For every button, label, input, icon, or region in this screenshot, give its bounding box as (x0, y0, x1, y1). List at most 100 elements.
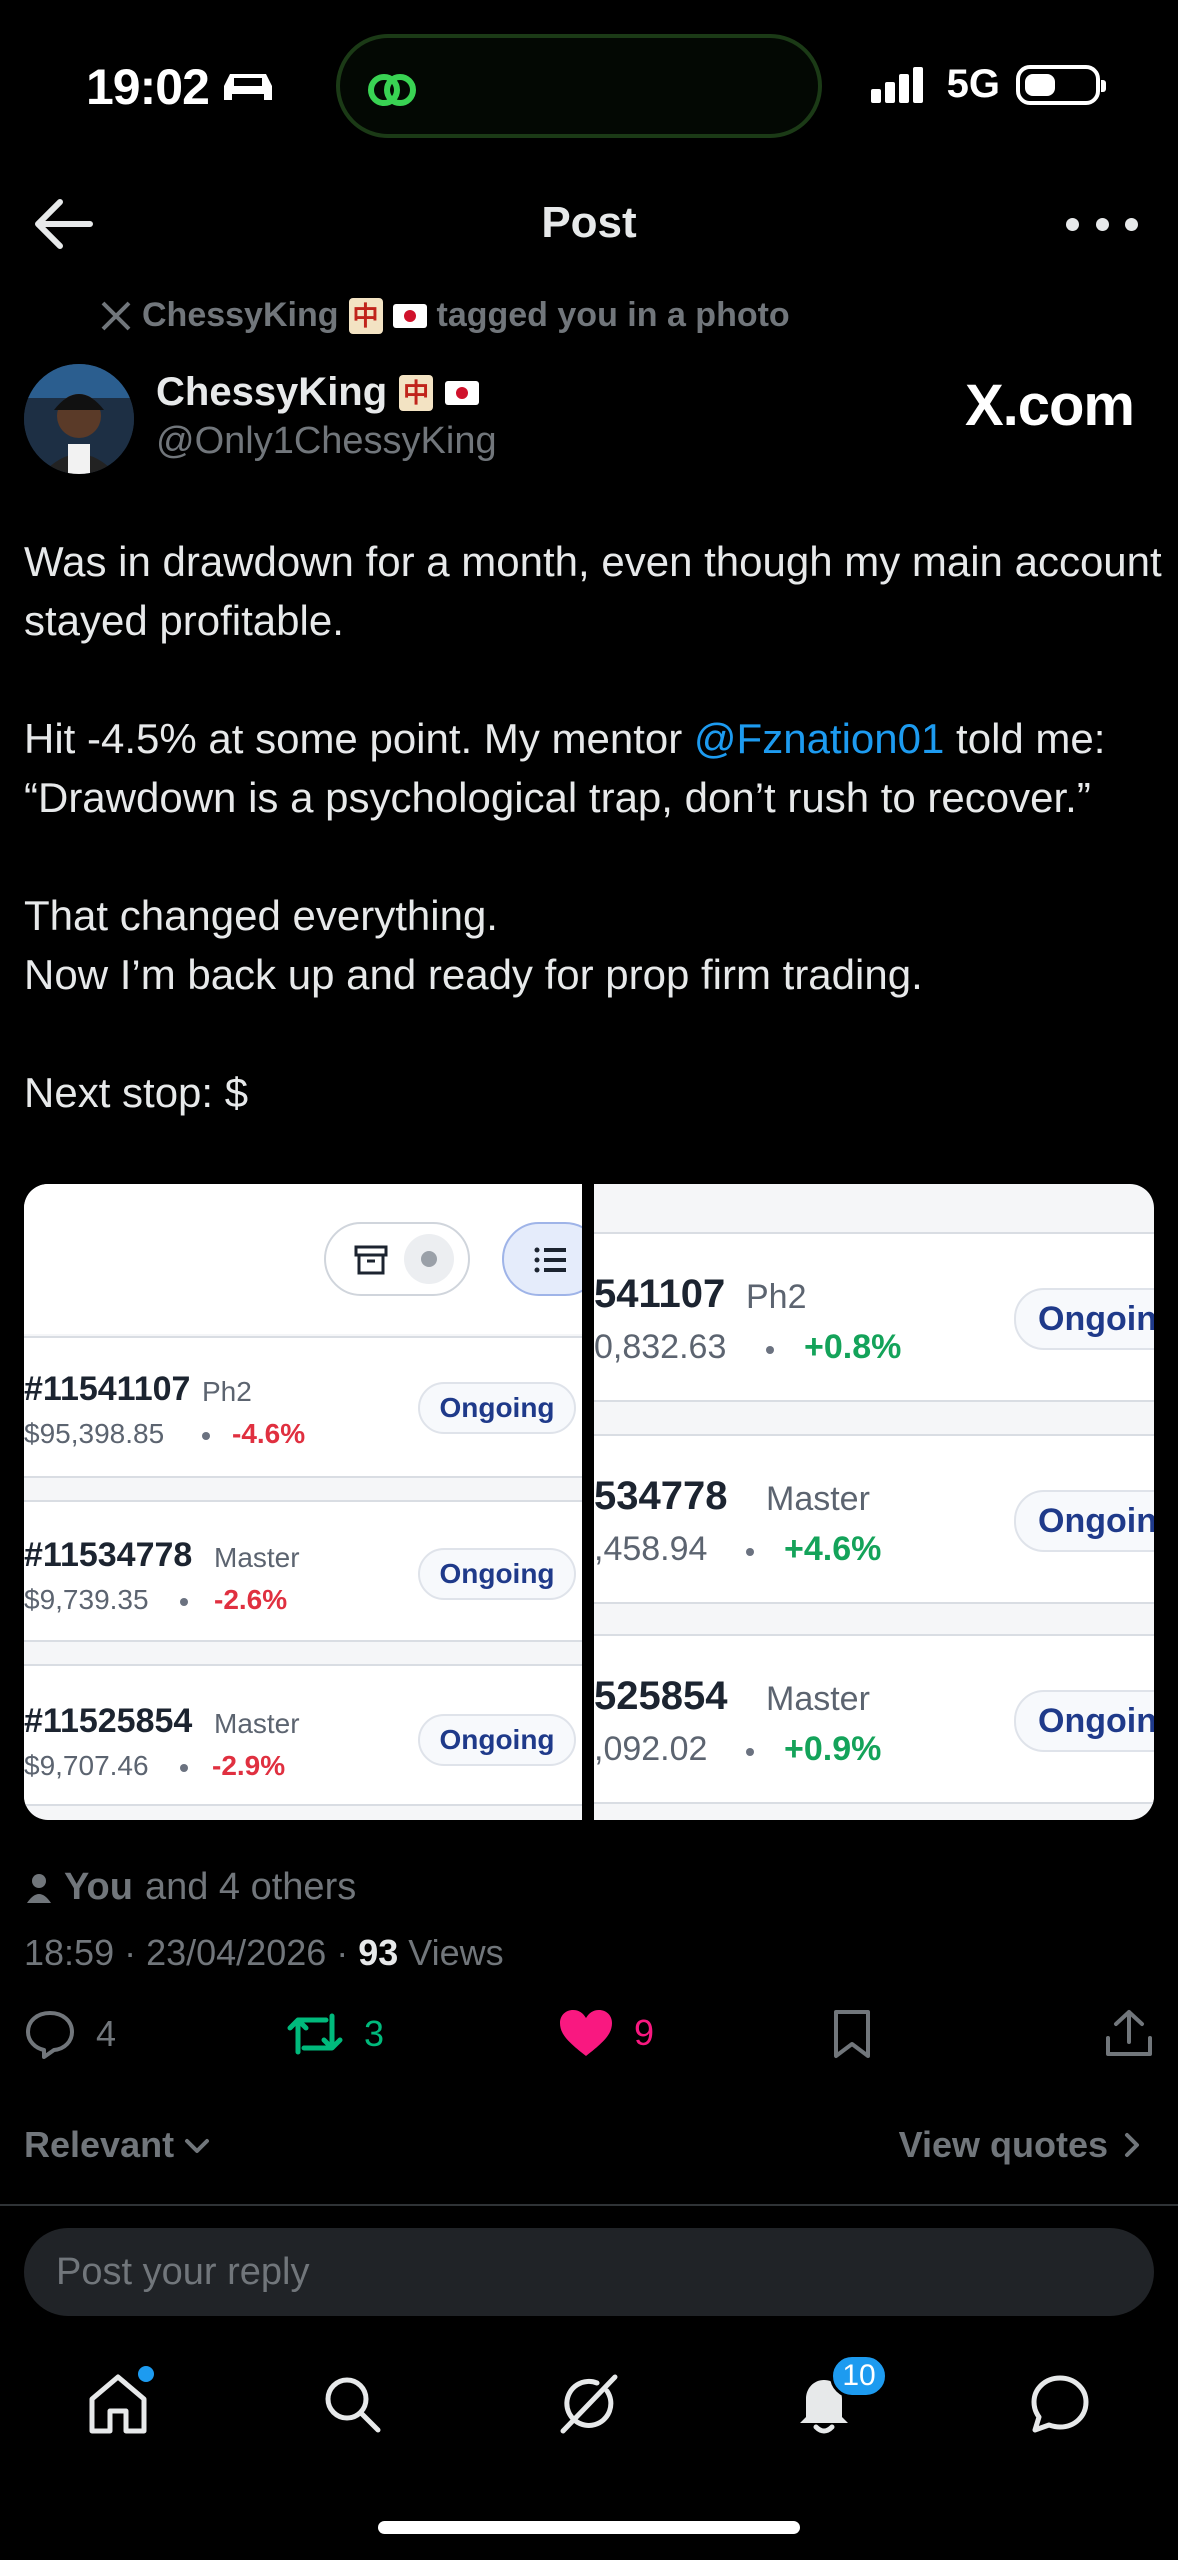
grok-icon (560, 2374, 618, 2434)
account-phase: Master (214, 1708, 300, 1739)
reply-count: 4 (96, 2013, 117, 2054)
account-balance: $95,398.85 (24, 1418, 165, 1449)
nav-messages[interactable] (1020, 2364, 1100, 2444)
account-card: #11525854 Master $9,707.46 -2.9% Ongoing (24, 1664, 582, 1806)
account-phase: Master (766, 1480, 870, 1518)
account-change: +0.9% (784, 1730, 882, 1768)
account-id: #11541107 (24, 1370, 191, 1408)
tagged-text: tagged you in a photo (436, 296, 790, 334)
status-badge: Ongoing (418, 1548, 576, 1600)
x-logo-icon (101, 301, 131, 330)
reply-button[interactable]: 4 (24, 2008, 116, 2060)
person-icon (27, 1873, 51, 1903)
post-media[interactable]: #11541107 Ph2 $95,398.85 -4.6% Ongoing #… (24, 1184, 1154, 1820)
status-badge: Ongoing (418, 1714, 576, 1766)
car-icon (224, 74, 272, 100)
home-indicator (378, 2521, 800, 2534)
link-icon (368, 74, 416, 106)
account-phase: Ph2 (202, 1376, 252, 1407)
battery-level (1025, 73, 1055, 96)
page-title: Post (541, 198, 637, 247)
view-quotes-link[interactable]: View quotes (899, 2124, 1142, 2166)
account-card: #11541107 Ph2 $95,398.85 -4.6% Ongoing (24, 1336, 582, 1478)
account-change: -2.9% (212, 1750, 286, 1781)
divider (0, 2204, 1178, 2206)
account-balance: $9,707.46 (24, 1750, 149, 1781)
account-id: #11534778 (24, 1536, 193, 1574)
bookmark-button[interactable] (830, 2008, 874, 2060)
views-label: Views (398, 1932, 504, 1973)
nav-search[interactable] (312, 2364, 392, 2444)
views-count: 93 (358, 1932, 399, 1973)
account-card: 534778 Master ,458.94 +4.6% Ongoin (594, 1434, 1154, 1604)
like-button[interactable]: 9 (558, 2008, 654, 2058)
post-timestamp: 18:59 · 23/04/2026 · (24, 1932, 359, 1973)
replies-sort-dropdown[interactable]: Relevant (24, 2124, 212, 2166)
media-image-right[interactable]: 541107 Ph2 0,832.63 +0.8% Ongoin 534778 … (594, 1184, 1154, 1820)
nav-grok[interactable] (548, 2364, 628, 2444)
post-paragraph: Was in drawdown for a month, even though… (24, 538, 1162, 644)
post-paragraph: Now I’m back up and ready for prop firm … (24, 951, 923, 998)
signal-icon (870, 66, 923, 103)
share-button[interactable] (1104, 2008, 1154, 2060)
status-badge: Ongoing (418, 1382, 576, 1434)
account-card: 525854 Master ,092.02 +0.9% Ongoin (594, 1634, 1154, 1804)
action-bar: 4 3 9 (24, 2008, 1154, 2078)
source-logo: X.com (964, 373, 1135, 438)
view-quotes-label: View quotes (898, 2124, 1108, 2165)
account-change: -2.6% (214, 1584, 288, 1615)
mahjong-emoji-icon: 中 (399, 374, 434, 411)
archive-toggle (324, 1222, 470, 1296)
liked-by-you: You (64, 1866, 133, 1908)
author-name[interactable]: ChessyKing 中 (156, 370, 480, 415)
dynamic-island (336, 34, 822, 138)
status-indicators: 5G (870, 62, 1106, 107)
messages-icon (1031, 2375, 1089, 2433)
account-id: #11525854 (24, 1702, 193, 1740)
reply-input[interactable]: Post your reply (24, 2228, 1154, 2316)
mention-link[interactable]: @Fznation01 (694, 715, 944, 762)
post-paragraph: That changed everything. (24, 892, 498, 939)
account-phase: Ph2 (746, 1278, 807, 1316)
heart-icon (560, 2010, 612, 2056)
chevron-right-icon (1125, 2133, 1139, 2157)
bottom-nav: 10 (0, 2350, 1178, 2460)
account-change: +0.8% (804, 1328, 902, 1366)
account-card: 541107 Ph2 0,832.63 +0.8% Ongoin (594, 1232, 1154, 1402)
post-paragraph: Hit -4.5% at some point. My mentor @Fzna… (24, 715, 1106, 821)
battery-icon (1016, 64, 1106, 105)
more-options-icon[interactable] (1066, 196, 1138, 252)
status-time: 19:02 (86, 59, 210, 115)
status-badge: Ongoin (1014, 1690, 1154, 1752)
home-icon (89, 2374, 147, 2434)
japan-flag-icon (392, 303, 427, 328)
media-image-left[interactable]: #11541107 Ph2 $95,398.85 -4.6% Ongoing #… (24, 1184, 582, 1820)
liked-by-summary[interactable]: You and 4 others (26, 1866, 356, 1909)
list-icon (534, 1247, 566, 1273)
post-text: Was in drawdown for a month, even though… (24, 532, 1164, 1122)
like-count: 9 (634, 2012, 655, 2053)
account-card: #11534778 Master $9,739.35 -2.6% Ongoing (24, 1500, 582, 1642)
repost-button[interactable]: 3 (286, 2008, 384, 2060)
account-id: 525854 (594, 1674, 728, 1718)
share-icon (1106, 2010, 1152, 2056)
liked-by-others: and 4 others (144, 1866, 357, 1908)
author-handle[interactable]: @Only1ChessyKing (156, 420, 497, 463)
bookmark-icon (834, 2010, 870, 2058)
replies-sort-label: Relevant (24, 2124, 175, 2165)
home-new-indicator (138, 2366, 154, 2382)
archive-icon (354, 1245, 388, 1275)
avatar[interactable] (24, 364, 134, 474)
tagger-name: ChessyKing (142, 296, 339, 334)
nav-home[interactable] (78, 2364, 158, 2444)
tagged-notice[interactable]: ChessyKing 中 tagged you in a photo (100, 296, 790, 335)
author-name-text: ChessyKing (156, 370, 388, 414)
account-balance: ,458.94 (594, 1530, 708, 1568)
list-view-button (502, 1222, 582, 1296)
nav-notifications[interactable]: 10 (784, 2354, 888, 2444)
notifications-badge: 10 (830, 2354, 888, 2398)
status-badge: Ongoin (1014, 1490, 1154, 1552)
account-phase: Master (214, 1542, 300, 1573)
account-id: 541107 (594, 1272, 726, 1316)
post-paragraph: Next stop: $ (24, 1069, 249, 1116)
